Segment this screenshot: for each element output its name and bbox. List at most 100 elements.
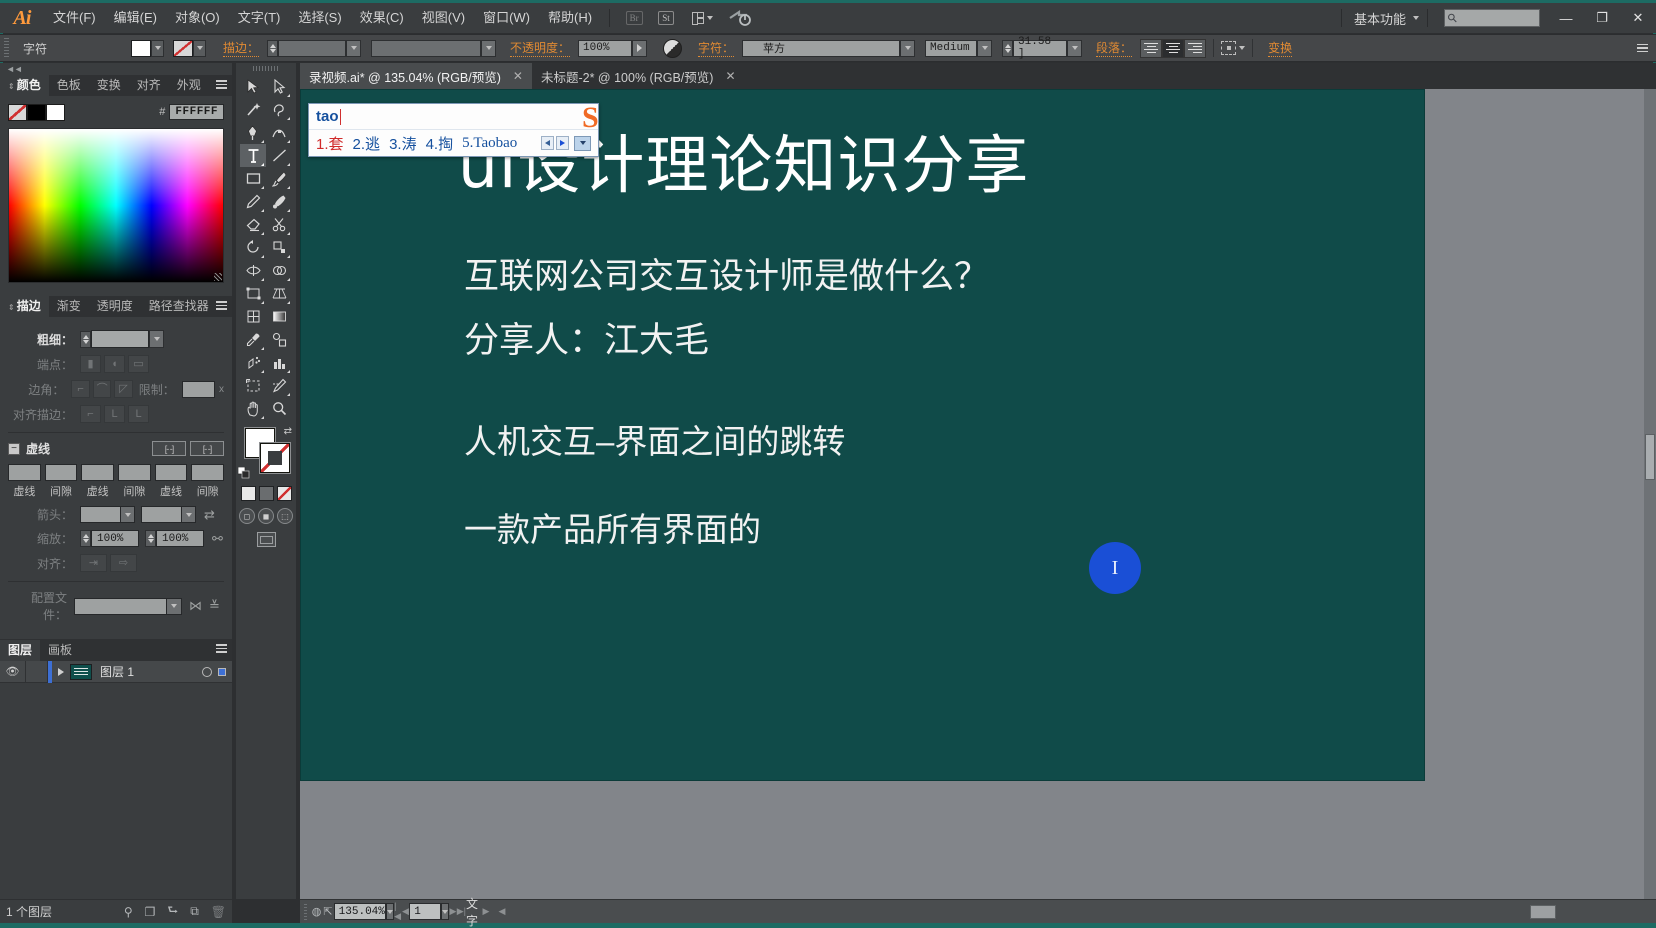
- artboard-number-field[interactable]: 1: [409, 903, 441, 920]
- flip-profile-across-icon[interactable]: ≚: [209, 598, 220, 614]
- gap-field-2[interactable]: [118, 464, 151, 481]
- type-tool[interactable]: [240, 144, 266, 167]
- scissors-tool[interactable]: [266, 213, 292, 236]
- width-profile-select[interactable]: [74, 597, 182, 615]
- menu-type[interactable]: 文字(T): [229, 3, 290, 33]
- last-artboard-icon[interactable]: ▶|: [457, 903, 466, 921]
- menu-select[interactable]: 选择(S): [289, 3, 350, 33]
- color-panel-menu-icon[interactable]: [216, 80, 227, 89]
- font-style-dropdown-icon[interactable]: [977, 39, 993, 57]
- window-minimize-button[interactable]: —: [1548, 5, 1584, 31]
- ime-candidate-5[interactable]: 5.Taobao: [462, 135, 517, 152]
- link-arrow-scales-icon[interactable]: ⚯: [212, 531, 223, 547]
- free-transform-tool[interactable]: [240, 282, 266, 305]
- symbol-sprayer-tool[interactable]: [240, 351, 266, 374]
- dash-adjust-corners-button[interactable]: [- -]: [190, 441, 224, 456]
- swap-arrowheads-icon[interactable]: ⇄: [204, 507, 215, 523]
- gradient-mode-button[interactable]: [258, 486, 274, 501]
- line-segment-tool[interactable]: [266, 144, 292, 167]
- color-white-swatch[interactable]: [46, 103, 65, 121]
- search-input[interactable]: ⚲: [1444, 9, 1540, 27]
- align-right-button[interactable]: [1184, 38, 1207, 58]
- rotate-tool[interactable]: [240, 236, 266, 259]
- ime-next-page-icon[interactable]: [556, 136, 569, 150]
- color-spectrum[interactable]: [8, 128, 224, 283]
- artboard-tool[interactable]: [240, 374, 266, 397]
- tab-stroke[interactable]: ⇕ 描边: [0, 296, 49, 317]
- slide-line-2[interactable]: 分享人：江大毛: [464, 312, 709, 363]
- stock-icon[interactable]: St: [653, 8, 679, 28]
- ime-popup[interactable]: tao S 1.套 2.逃 3.涛 4.掏 5.Taobao: [308, 101, 599, 157]
- transform-label[interactable]: 变换: [1268, 39, 1293, 57]
- draw-behind-icon[interactable]: ◼: [258, 508, 274, 524]
- creative-cloud-icon[interactable]: [725, 8, 755, 28]
- font-style-field[interactable]: Medium: [925, 39, 978, 57]
- ime-menu-chevron-icon[interactable]: [574, 135, 591, 151]
- next-artboard-icon[interactable]: ▶: [449, 903, 457, 921]
- layers-panel-menu-icon[interactable]: [216, 644, 227, 653]
- transform-grid-icon[interactable]: [1221, 41, 1237, 55]
- ime-prev-page-icon[interactable]: [541, 136, 554, 150]
- ime-candidate-4[interactable]: 4.掏: [426, 133, 454, 154]
- slide-line-3[interactable]: 人机交互–界面之间的跳转: [464, 415, 845, 463]
- panel-menu-icon[interactable]: [1637, 43, 1648, 53]
- fill-stroke-swatches[interactable]: [8, 103, 65, 121]
- tab-pathfinder[interactable]: 路径查找器: [141, 296, 217, 317]
- arrowhead-end-select[interactable]: [141, 506, 196, 523]
- scale-tool[interactable]: [266, 236, 292, 259]
- ime-composition-row[interactable]: tao S: [309, 101, 599, 134]
- menu-help[interactable]: 帮助(H): [539, 3, 601, 33]
- stroke-weight-field[interactable]: [278, 39, 347, 57]
- dock-collapse-button[interactable]: ◄◄: [0, 63, 232, 75]
- layer-lock-toggle[interactable]: [26, 660, 48, 683]
- arrow-scale-end-field[interactable]: 100%: [156, 530, 204, 547]
- horizontal-scrollbar-thumb[interactable]: [1530, 904, 1557, 919]
- toolbox-stroke-swatch[interactable]: [260, 443, 290, 473]
- arrange-documents-icon[interactable]: [685, 8, 719, 28]
- menu-file[interactable]: 文件(F): [44, 3, 105, 33]
- color-none-swatch[interactable]: [8, 103, 27, 121]
- artboard[interactable]: ui设计理论知识分享 互联网公司交互设计师是做什么？ 分享人：江大毛 人机交互–…: [300, 89, 1425, 781]
- layer-expand-chevron-icon[interactable]: [58, 667, 64, 676]
- canvas-area[interactable]: ui设计理论知识分享 互联网公司交互设计师是做什么？ 分享人：江大毛 人机交互–…: [300, 89, 1656, 899]
- arrow-scale-start-stepper[interactable]: [80, 530, 91, 547]
- layer-target-icon[interactable]: [202, 666, 212, 677]
- font-size-field[interactable]: 31.58 ]: [1013, 36, 1068, 60]
- place-arrow-at-end-button[interactable]: ⇨: [110, 554, 137, 572]
- extend-arrow-beyond-end-button[interactable]: ⇥: [80, 554, 107, 572]
- tab-artboards[interactable]: 画板: [40, 640, 80, 661]
- tab-gradient[interactable]: 渐变: [49, 296, 89, 317]
- screen-mode-button[interactable]: [236, 532, 296, 547]
- status-menu-right-icon[interactable]: ▶: [478, 903, 494, 921]
- layer-selection-indicator[interactable]: [218, 667, 226, 676]
- column-graph-tool[interactable]: [266, 351, 292, 374]
- color-mode-button[interactable]: [240, 486, 256, 501]
- slide-line-1[interactable]: 互联网公司交互设计师是做什么？: [464, 248, 989, 299]
- opacity-mask-icon[interactable]: [663, 38, 683, 58]
- ime-candidate-3[interactable]: 3.涛: [389, 133, 417, 154]
- tab-align[interactable]: 对齐: [129, 75, 169, 96]
- close-icon[interactable]: ✕: [513, 69, 523, 83]
- transform-chevron-down-icon[interactable]: [1239, 46, 1246, 50]
- tab-transform[interactable]: 变换: [89, 75, 129, 96]
- align-center-button[interactable]: [1162, 38, 1185, 58]
- device-n-preview-icon[interactable]: ◍: [311, 903, 322, 921]
- workspace-switcher-label[interactable]: 基本功能: [1350, 9, 1410, 28]
- dash-field-2[interactable]: [81, 464, 115, 481]
- dash-field-3[interactable]: [154, 464, 188, 481]
- rectangle-tool[interactable]: [240, 167, 266, 190]
- fill-color-control[interactable]: [131, 39, 164, 57]
- dash-preserve-exact-button[interactable]: [- -]: [152, 441, 186, 456]
- eraser-tool[interactable]: [240, 213, 266, 236]
- miter-limit-field[interactable]: [181, 380, 215, 398]
- stroke-weight-input[interactable]: [91, 330, 149, 348]
- menu-edit[interactable]: 编辑(E): [105, 3, 166, 33]
- swap-fill-stroke-icon[interactable]: ⇄: [284, 426, 292, 437]
- bevel-join-button[interactable]: ◸: [114, 380, 133, 398]
- none-mode-button[interactable]: [276, 486, 292, 501]
- toolbox-grip[interactable]: [236, 63, 296, 74]
- font-family-dropdown-icon[interactable]: [900, 39, 916, 57]
- menu-window[interactable]: 窗口(W): [474, 3, 539, 33]
- arrowhead-start-select[interactable]: [80, 506, 135, 523]
- status-menu-left-icon[interactable]: ◀: [494, 903, 510, 921]
